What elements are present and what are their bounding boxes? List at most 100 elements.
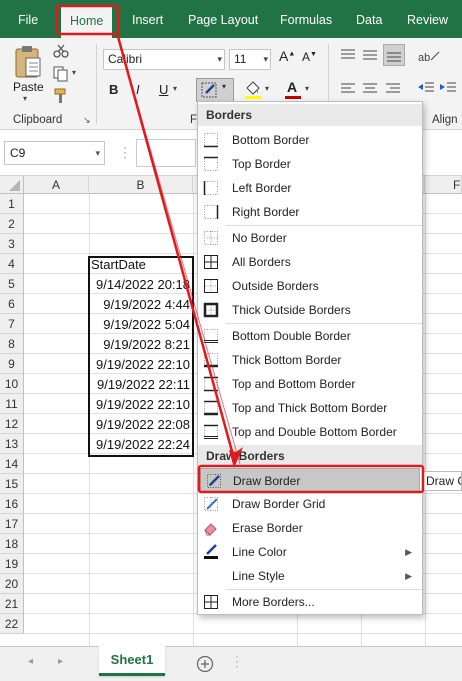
thick-outside-borders-icon [203,302,219,318]
menu-item-thick-bottom-border[interactable]: Thick Bottom Border [198,348,422,372]
menu-item-more-borders[interactable]: More Borders... [198,590,422,614]
row-header[interactable]: 19 [0,554,24,574]
row-header[interactable]: 8 [0,334,24,354]
column-header-b[interactable]: B [89,176,193,194]
format-painter-icon[interactable] [53,88,69,104]
clipboard-launcher-icon[interactable]: ↘ [83,115,91,126]
row-header[interactable]: 21 [0,594,24,614]
menu-item-line-style[interactable]: Line Style ▶ [198,564,422,588]
tab-data[interactable]: Data [356,0,382,38]
menu-item-line-color[interactable]: Line Color ▶ [198,540,422,564]
scroll-left-icon[interactable]: ◂ [28,656,33,667]
menu-item-label: Draw Border [233,474,301,488]
orientation-icon[interactable]: ab [417,48,441,64]
paste-label[interactable]: Paste [13,80,44,94]
column-header-f[interactable]: F [425,176,462,194]
row-header[interactable]: 4 [0,254,24,274]
menu-item-top-double-bottom-border[interactable]: Top and Double Bottom Border [198,420,422,444]
menu-item-all-borders[interactable]: All Borders [198,250,422,274]
column-header-a[interactable]: A [24,176,89,194]
italic-button[interactable]: I [136,82,140,97]
row-header[interactable]: 2 [0,214,24,234]
align-left-icon[interactable] [340,82,356,96]
sheet-tab-sheet1[interactable]: Sheet1 [99,646,165,676]
tab-file[interactable]: File [18,0,38,38]
cut-icon[interactable] [53,44,69,58]
row-header[interactable]: 3 [0,234,24,254]
bold-button[interactable]: B [109,82,118,97]
divider [96,44,97,124]
scroll-right-icon[interactable]: ▸ [58,656,63,667]
menu-item-erase-border[interactable]: Erase Border [198,516,422,540]
line-color-icon [204,544,218,559]
menu-item-top-thick-bottom-border[interactable]: Top and Thick Bottom Border [198,396,422,420]
menu-item-thick-outside-borders[interactable]: Thick Outside Borders [198,298,422,322]
paste-button[interactable] [10,42,46,82]
top-thick-bottom-border-icon [204,400,218,416]
align-middle-icon[interactable] [362,48,378,62]
align-bottom-button[interactable] [383,44,405,66]
font-color-button[interactable]: A [287,79,297,95]
decrease-font-icon[interactable]: A▼ [302,50,317,64]
decrease-indent-icon[interactable] [417,80,435,96]
row-header[interactable]: 18 [0,534,24,554]
fill-dropdown-icon[interactable]: ▾ [265,84,269,93]
submenu-arrow-icon: ▶ [405,571,412,581]
menu-item-left-border[interactable]: Left Border [198,176,422,200]
row-header[interactable]: 13 [0,434,24,454]
tab-review[interactable]: Review [407,0,448,38]
row-header[interactable]: 17 [0,514,24,534]
font-size-combo[interactable]: 11 ▾ [229,49,271,70]
row-header[interactable]: 22 [0,614,24,634]
row-header[interactable]: 1 [0,194,24,214]
menu-item-bottom-border[interactable]: Bottom Border [198,128,422,152]
add-sheet-icon[interactable] [196,655,214,673]
row-header[interactable]: 5 [0,274,24,294]
menu-item-top-border[interactable]: Top Border [198,152,422,176]
underline-dropdown-icon[interactable]: ▾ [173,84,177,93]
tooltip: Draw C [423,471,462,491]
row-header[interactable]: 20 [0,574,24,594]
font-size-value: 11 [234,52,247,66]
menu-item-draw-border-grid[interactable]: Draw Border Grid [198,492,422,516]
tab-insert[interactable]: Insert [132,0,163,38]
row-header[interactable]: 16 [0,494,24,514]
fill-color-icon[interactable] [244,80,262,100]
row-header[interactable]: 6 [0,294,24,314]
tab-home[interactable]: Home [61,5,113,38]
menu-item-draw-border[interactable]: Draw Border [200,468,420,492]
name-box[interactable]: C9 ▾ [4,141,105,165]
align-center-icon[interactable] [362,82,378,96]
menu-item-bottom-double-border[interactable]: Bottom Double Border [198,324,422,348]
formula-input[interactable] [136,139,196,167]
select-all-corner[interactable] [0,176,24,194]
row-header[interactable]: 10 [0,374,24,394]
row-header[interactable]: 12 [0,414,24,434]
menu-item-label: Thick Outside Borders [232,303,351,317]
copy-icon[interactable] [53,66,69,82]
paste-dropdown-icon[interactable]: ▾ [23,94,27,103]
menu-item-label: Erase Border [232,521,303,535]
row-header[interactable]: 11 [0,394,24,414]
align-right-icon[interactable] [385,82,401,96]
menu-item-no-border[interactable]: No Border [198,226,422,250]
underline-button[interactable]: U [159,82,168,97]
borders-button[interactable]: ▾ [196,78,234,102]
menu-item-outside-borders[interactable]: Outside Borders [198,274,422,298]
tab-page-layout[interactable]: Page Layout [188,0,258,38]
row-header[interactable]: 14 [0,454,24,474]
font-name-combo[interactable]: Calibri ▾ [103,49,225,70]
pencil-icon [207,474,221,488]
row-header[interactable]: 9 [0,354,24,374]
ribbon-tab-bar: File Home Insert Page Layout Formulas Da… [0,0,462,38]
increase-font-icon[interactable]: A▲ [279,48,295,64]
tab-formulas[interactable]: Formulas [280,0,332,38]
menu-item-top-bottom-border[interactable]: Top and Bottom Border [198,372,422,396]
row-header[interactable]: 15 [0,474,24,494]
menu-item-right-border[interactable]: Right Border [198,200,422,224]
copy-dropdown-icon[interactable]: ▾ [72,68,76,77]
font-color-dropdown-icon[interactable]: ▾ [305,84,309,93]
align-top-icon[interactable] [340,48,356,62]
row-header[interactable]: 7 [0,314,24,334]
increase-indent-icon[interactable] [439,80,457,96]
